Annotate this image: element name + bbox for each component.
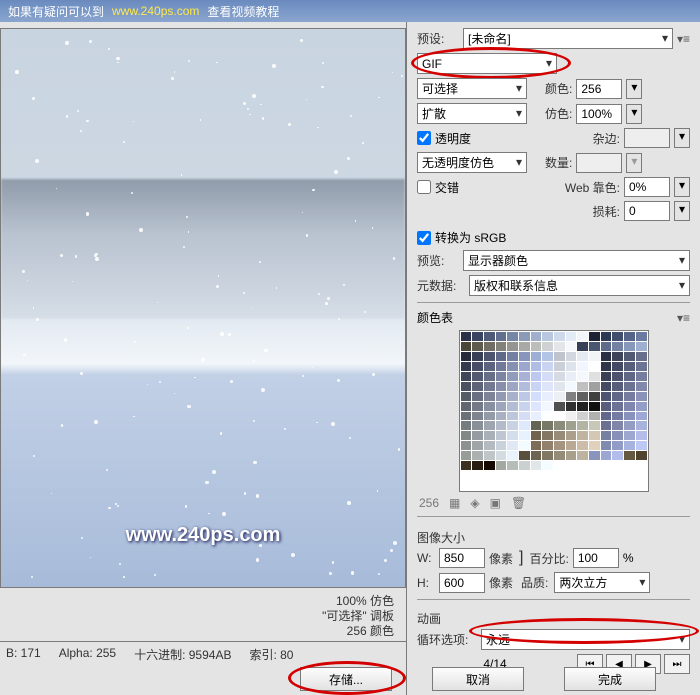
interlaced-checkbox[interactable] — [417, 180, 431, 194]
anim-label: 动画 — [417, 610, 690, 627]
websnap-label: Web 靠色: — [565, 179, 620, 196]
cancel-button[interactable]: 取消 — [432, 667, 524, 691]
colortable-label: 颜色表 — [417, 309, 453, 326]
transparency-checkbox[interactable] — [417, 131, 431, 145]
width-px: 像素 — [489, 550, 513, 567]
format-select[interactable]: GIF — [417, 53, 557, 74]
reduction-select[interactable]: 可选择 — [417, 78, 527, 99]
quality-label: 品质: — [521, 574, 548, 591]
no-trans-dither-select[interactable]: 无透明度仿色 — [417, 152, 527, 173]
matte-label: 杂边: — [593, 130, 620, 147]
websnap-dropdown-icon[interactable]: ▾ — [674, 177, 690, 197]
map-icon[interactable]: ◈ — [470, 496, 479, 510]
loop-label: 循环选项: — [417, 631, 477, 648]
status-bar: B: 171 Alpha: 255 十六进制: 9594AB 索引: 80 — [0, 641, 406, 667]
lossy-field[interactable]: 0 — [624, 201, 670, 221]
amount-field — [576, 153, 622, 173]
percent-label: 百分比: — [529, 550, 568, 567]
new-swatch-icon[interactable]: ▣ — [490, 496, 501, 510]
lossy-dropdown-icon[interactable]: ▾ — [674, 201, 690, 221]
link-icon[interactable]: ] — [519, 549, 523, 567]
preview-panel: www.240ps.com 100% 仿色 "可选择" 调板 256 颜色 B:… — [0, 22, 406, 695]
colortable-count: 256 — [419, 496, 439, 510]
watermark-text: www.240ps.com — [126, 524, 281, 547]
width-field[interactable]: 850 — [439, 548, 485, 568]
transparency-label: 透明度 — [435, 130, 471, 147]
status-alpha: Alpha: 255 — [59, 646, 116, 663]
status-hex: 十六进制: 9594AB — [134, 646, 231, 663]
done-button[interactable]: 完成 — [564, 667, 656, 691]
colors-label: 颜色: — [545, 80, 572, 97]
dither-pct-field[interactable]: 100% — [576, 104, 622, 124]
lock-icon[interactable]: ▦ — [449, 496, 460, 510]
height-px: 像素 — [489, 574, 513, 591]
trash-icon[interactable]: 🗑 — [511, 496, 526, 510]
colors-dropdown-icon[interactable]: ▾ — [626, 79, 642, 99]
color-table[interactable] — [459, 330, 649, 492]
matte-field[interactable] — [624, 128, 670, 148]
hint-text-1: 如果有疑问可以到 — [8, 3, 104, 20]
colors-field[interactable]: 256 — [576, 79, 622, 99]
interlaced-label: 交错 — [435, 179, 459, 196]
save-button[interactable]: 存储... — [300, 667, 392, 691]
colortable-menu-icon[interactable]: ▾≡ — [677, 311, 690, 325]
preview-info-palette: "可选择" 调板 — [0, 609, 394, 624]
srgb-label: 转换为 sRGB — [435, 229, 506, 246]
preview-select-label: 预览: — [417, 252, 459, 269]
srgb-checkbox[interactable] — [417, 231, 431, 245]
hint-url: www.240ps.com — [112, 4, 199, 18]
preset-select[interactable]: [未命名] — [463, 28, 673, 49]
top-hint-bar: 如果有疑问可以到 www.240ps.com 查看视频教程 — [0, 0, 700, 22]
percent-field[interactable]: 100 — [573, 548, 619, 568]
lossy-label: 损耗: — [593, 203, 620, 220]
preview-info-colors: 256 颜色 — [0, 624, 394, 639]
image-preview: www.240ps.com — [0, 28, 406, 588]
percent-sym: % — [623, 551, 634, 565]
status-index: 索引: 80 — [249, 646, 293, 663]
settings-panel: 预设: [未命名] ▾≡ GIF 可选择 颜色: 256 ▾ 扩散 仿色: 10… — [406, 22, 700, 695]
metadata-select[interactable]: 版权和联系信息 — [469, 275, 690, 296]
metadata-label: 元数据: — [417, 277, 465, 294]
preview-select[interactable]: 显示器颜色 — [463, 250, 690, 271]
panel-menu-icon[interactable]: ▾≡ — [677, 32, 690, 46]
height-field[interactable]: 600 — [439, 573, 485, 593]
amount-dropdown-icon: ▾ — [626, 153, 642, 173]
height-label: H: — [417, 576, 435, 590]
preview-info: 100% 仿色 "可选择" 调板 256 颜色 — [0, 590, 406, 641]
dither-pct-label: 仿色: — [545, 105, 572, 122]
width-label: W: — [417, 551, 435, 565]
dither-pct-dropdown-icon[interactable]: ▾ — [626, 104, 642, 124]
dither-select[interactable]: 扩散 — [417, 103, 527, 124]
status-b: B: 171 — [6, 646, 41, 663]
matte-dropdown-icon[interactable]: ▾ — [674, 128, 690, 148]
amount-label: 数量: — [545, 154, 572, 171]
last-frame-button[interactable]: ⏭ — [664, 654, 690, 674]
hint-text-2: 查看视频教程 — [207, 3, 279, 20]
loop-select[interactable]: 永远 — [481, 629, 690, 650]
preview-info-dither: 100% 仿色 — [0, 594, 394, 609]
quality-select[interactable]: 两次立方 — [554, 572, 650, 593]
websnap-field[interactable]: 0% — [624, 177, 670, 197]
imagesize-label: 图像大小 — [417, 529, 690, 546]
preset-label: 预设: — [417, 30, 459, 47]
